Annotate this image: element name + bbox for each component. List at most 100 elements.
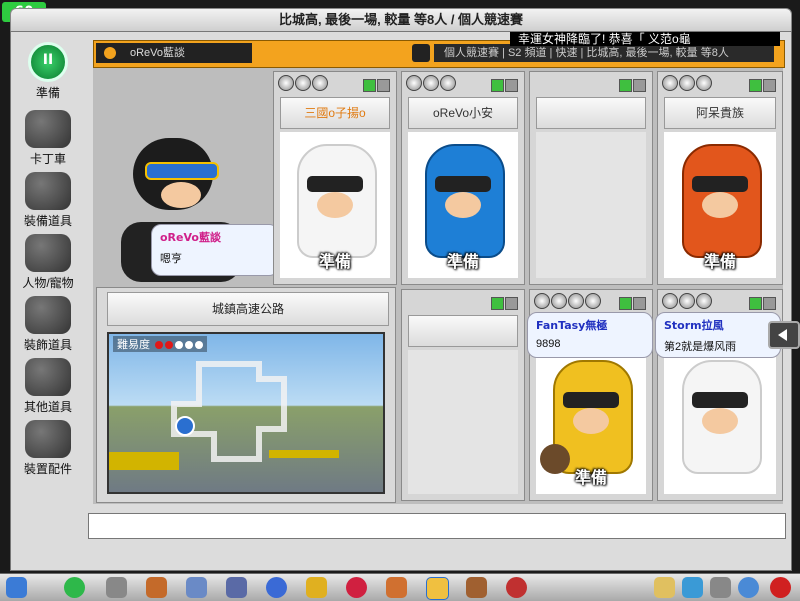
bubble-name: FanTasy無極 [536, 319, 608, 332]
track-preview: 難易度 [107, 332, 385, 494]
character-face [573, 408, 609, 434]
room-area: oReVo藍談 嗯亨 三國o子揚o 準備 oReVo小安 準備 阿呆貴族 準備 … [93, 68, 783, 504]
player-badges [534, 293, 602, 311]
player-slot-5[interactable] [401, 289, 525, 501]
slot-controls [490, 295, 520, 310]
slot-controls [362, 77, 392, 92]
expand-icon[interactable] [619, 297, 632, 310]
host-bubble-name: oReVo藍談 [160, 231, 221, 244]
sidebar-item-kart[interactable]: 卡丁車 [12, 110, 84, 168]
player-name [536, 97, 646, 129]
sidebar-item-label: 人物/寵物 [22, 276, 74, 290]
shop-cart-icon[interactable] [106, 577, 127, 598]
collapse-arrow-button[interactable] [768, 321, 800, 349]
announcement-ticker: 幸運女神降臨了! 恭喜「 义范o龜 [510, 32, 780, 46]
host-face [161, 182, 201, 208]
hand-icon[interactable] [426, 577, 449, 600]
close-icon[interactable] [633, 79, 646, 92]
heart-icon[interactable] [346, 577, 367, 598]
empty-slot-view [408, 350, 518, 494]
close-icon[interactable] [633, 297, 646, 310]
logo-icon[interactable] [6, 577, 27, 598]
player-slot-3[interactable] [529, 71, 653, 285]
tool-icon[interactable] [386, 577, 407, 598]
expand-icon[interactable] [363, 79, 376, 92]
player-slot-4[interactable]: 阿呆貴族 準備 [657, 71, 783, 285]
book-icon[interactable] [466, 577, 487, 598]
taskbar [0, 573, 800, 601]
decoration-icon [25, 296, 71, 334]
player-name: 三國o子揚o [280, 97, 390, 129]
host-goggles [145, 162, 219, 180]
character-icon [25, 234, 71, 272]
bag-icon[interactable] [306, 577, 327, 598]
note-icon[interactable] [654, 577, 675, 598]
expand-icon[interactable] [491, 79, 504, 92]
sidebar-item-equipment[interactable]: 裝備道具 [12, 172, 84, 230]
expand-icon[interactable] [749, 79, 762, 92]
player-badges [406, 75, 457, 93]
character-view: 準備 [408, 132, 518, 278]
host-character [103, 132, 263, 302]
sidebar-item-ready[interactable]: 準備 [12, 42, 84, 100]
window-title: 比城高, 最後一場, 較量 等8人 / 個人競速賽 [10, 8, 792, 32]
player-badges [662, 293, 713, 311]
back-icon[interactable] [64, 577, 85, 598]
track-name: 城鎮高速公路 [107, 292, 389, 326]
goggles-icon [563, 392, 619, 408]
slot-controls [490, 77, 520, 92]
player-icon [104, 47, 116, 59]
globe-icon[interactable] [266, 577, 287, 598]
character-face [702, 408, 738, 434]
character-view: 準備 [280, 132, 390, 278]
close-icon[interactable] [763, 297, 776, 310]
sidebar-item-character[interactable]: 人物/寵物 [12, 234, 84, 292]
player-name: oReVo藍談 [130, 47, 186, 59]
goggles-icon [692, 176, 748, 192]
settings-icon[interactable] [710, 577, 731, 598]
close-icon[interactable] [377, 79, 390, 92]
expand-icon[interactable] [619, 79, 632, 92]
player-slot-2[interactable]: oReVo小安 準備 [401, 71, 525, 285]
track-panel[interactable]: 城鎮高速公路 難易度 [96, 287, 396, 503]
player-chat-bubble: FanTasy無極 9898 [527, 312, 653, 358]
sidebar-item-label: 裝備道具 [23, 214, 72, 228]
sidebar-item-label: 準備 [35, 86, 60, 100]
medal-icon[interactable] [506, 577, 527, 598]
chat-input[interactable] [88, 513, 786, 539]
other-items-icon [25, 358, 71, 396]
slot-controls [618, 295, 648, 310]
slot-controls [618, 77, 648, 92]
character-view: 準備 [664, 132, 776, 278]
expand-icon[interactable] [749, 297, 762, 310]
box-icon[interactable] [226, 577, 247, 598]
ready-icon [28, 42, 68, 82]
character-menu-icon[interactable] [146, 577, 167, 598]
sidebar-item-label: 裝置配件 [23, 462, 72, 476]
friends-icon[interactable] [682, 577, 703, 598]
search-icon[interactable] [738, 577, 759, 598]
power-icon[interactable] [770, 577, 791, 598]
character-view [664, 350, 776, 494]
sidebar-item-decoration[interactable]: 裝飾道具 [12, 296, 84, 354]
bubble-text: 9898 [536, 338, 561, 350]
character-face [317, 192, 353, 218]
bubble-text: 第2就是爆风雨 [664, 341, 737, 353]
player-chat-bubble: Storm拉風 第2就是爆风雨 [655, 312, 781, 358]
character-face [445, 192, 481, 218]
sidebar: 準備 卡丁車 裝備道具 人物/寵物 裝飾道具 其他道具 裝置配件 [12, 40, 84, 480]
close-icon[interactable] [505, 79, 518, 92]
host-chat-bubble: oReVo藍談 嗯亨 [151, 224, 279, 276]
sidebar-item-label: 其他道具 [23, 400, 72, 414]
map-icon[interactable] [186, 577, 207, 598]
player-name [408, 315, 518, 347]
host-bubble-text: 嗯亨 [160, 253, 182, 265]
sidebar-item-other-items[interactable]: 其他道具 [12, 358, 84, 416]
sidebar-item-parts[interactable]: 裝置配件 [12, 420, 84, 478]
player-slot-1[interactable]: 三國o子揚o 準備 [273, 71, 397, 285]
player-name: oReVo小安 [408, 97, 518, 129]
player-badges [662, 75, 713, 93]
close-icon[interactable] [763, 79, 776, 92]
close-icon[interactable] [505, 297, 518, 310]
expand-icon[interactable] [491, 297, 504, 310]
